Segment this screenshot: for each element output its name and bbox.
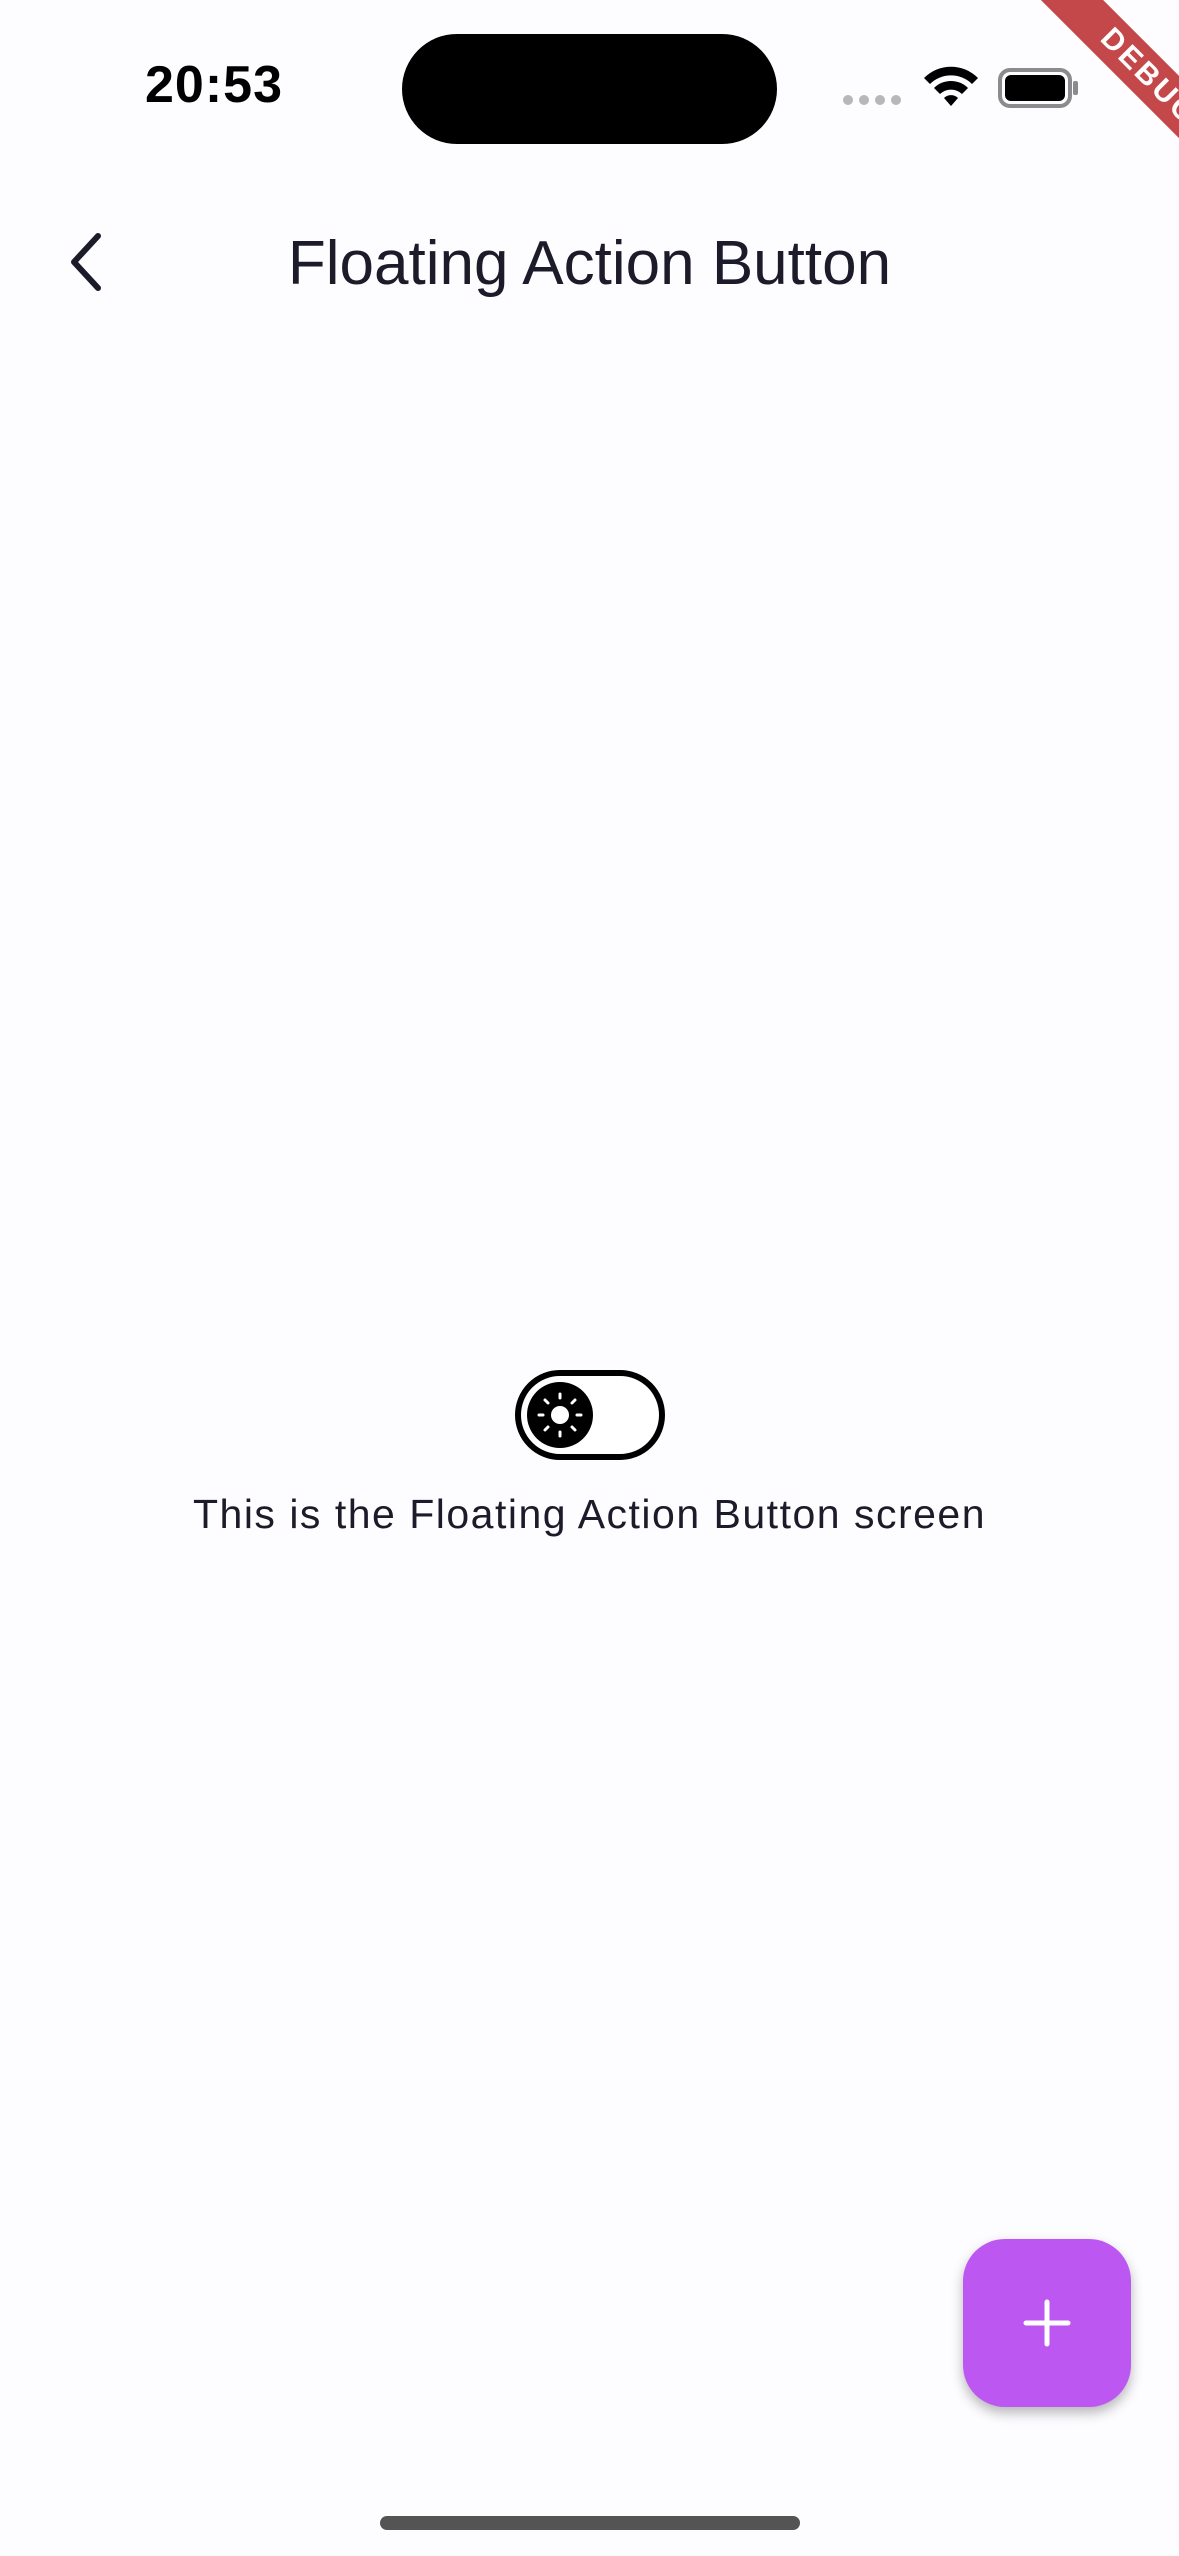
debug-banner: DEBUG <box>979 0 1179 200</box>
plus-icon <box>1023 2299 1071 2347</box>
theme-toggle[interactable] <box>514 1370 665 1460</box>
app-bar: Floating Action Button <box>0 200 1179 324</box>
sun-icon <box>537 1392 582 1438</box>
page-title: Floating Action Button <box>287 229 892 298</box>
floating-action-button[interactable] <box>963 2239 1131 2407</box>
cellular-signal-icon <box>843 95 901 105</box>
dynamic-island <box>402 34 777 144</box>
status-time: 20:53 <box>145 56 283 114</box>
debug-banner-label: DEBUG <box>1027 0 1179 199</box>
home-indicator[interactable] <box>380 2516 800 2530</box>
main-content: This is the Floating Action Button scree… <box>0 1370 1179 1538</box>
wifi-icon <box>924 66 978 106</box>
screen-message: This is the Floating Action Button scree… <box>192 1491 987 1537</box>
toggle-knob <box>526 1382 593 1448</box>
